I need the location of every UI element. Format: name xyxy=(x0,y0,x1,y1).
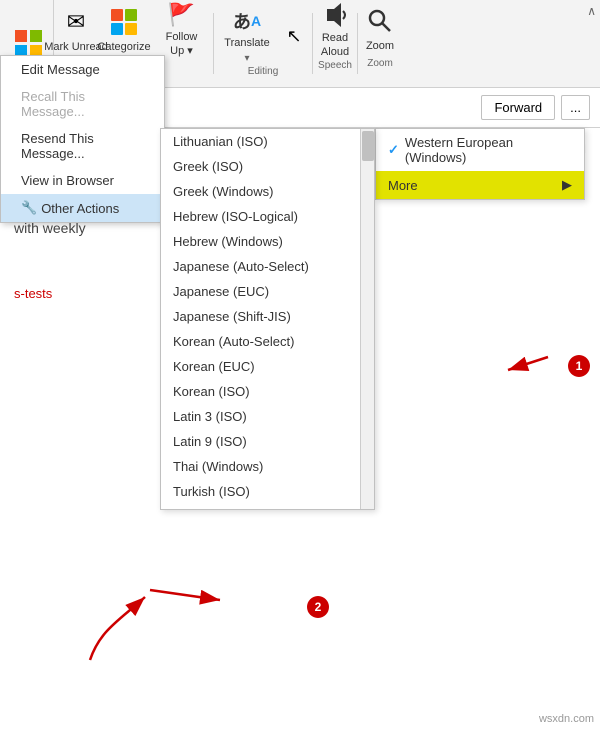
translate-label: Translate xyxy=(224,37,269,50)
follow-up-label: FollowUp ▾ xyxy=(166,31,198,57)
lang-item[interactable]: Korean (EUC) xyxy=(161,354,374,379)
other-actions-icon: 🔧 xyxy=(21,200,37,216)
annotation-circle-2: 2 xyxy=(307,596,329,618)
watermark: wsxdn.com xyxy=(539,713,594,725)
menu-item-other-actions[interactable]: 🔧 Other Actions xyxy=(1,194,164,222)
ms-logo-icon xyxy=(15,30,43,58)
follow-up-button[interactable]: 🚩 FollowUp ▾ xyxy=(154,0,209,60)
lang-item[interactable]: Japanese (Auto-Select) xyxy=(161,254,374,279)
zoom-label: Zoom xyxy=(366,40,394,53)
lang-item[interactable]: Korean (ISO) xyxy=(161,379,374,404)
ribbon-collapse-icon[interactable]: ∧ xyxy=(587,4,596,18)
editing-label: Editing xyxy=(248,66,279,77)
lang-item[interactable]: Hebrew (Windows) xyxy=(161,229,374,254)
other-actions-label: Other Actions xyxy=(41,201,119,216)
lang-item[interactable]: Latin 9 (ISO) xyxy=(161,429,374,454)
speech-section: ReadAloud Speech xyxy=(317,0,353,87)
editing-icons-row: あA Translate ▾ ↖ xyxy=(218,0,308,66)
read-aloud-icon xyxy=(319,1,351,29)
mark-unread-button[interactable]: ✉ Mark Unread xyxy=(58,0,94,60)
annotation-2-label: 2 xyxy=(315,600,322,614)
follow-up-icon: 🚩 xyxy=(166,2,198,28)
more-arrow: ▶ xyxy=(562,177,572,193)
translate-icon: あA xyxy=(231,8,263,34)
language-dropdown: Lithuanian (ISO)Greek (ISO)Greek (Window… xyxy=(160,128,375,510)
speech-label: Speech xyxy=(318,60,352,71)
mark-unread-icon: ✉ xyxy=(60,6,92,38)
translate-button[interactable]: あA Translate ▾ xyxy=(218,6,276,66)
menu-item-edit-message[interactable]: Edit Message xyxy=(1,56,164,83)
lang-item[interactable]: Greek (ISO) xyxy=(161,154,374,179)
lang-item[interactable]: Korean (Auto-Select) xyxy=(161,329,374,354)
lang-item[interactable]: Greek (Windows) xyxy=(161,179,374,204)
annotation-1-label: 1 xyxy=(576,359,583,373)
lang-item[interactable]: Hebrew (ISO-Logical) xyxy=(161,204,374,229)
categorize-button[interactable]: Categorize xyxy=(94,0,154,60)
lang-item[interactable]: Japanese (EUC) xyxy=(161,279,374,304)
western-panel: ✓ Western European (Windows) More ▶ xyxy=(375,128,585,200)
menu-item-view-browser[interactable]: View in Browser xyxy=(1,167,164,194)
sep3 xyxy=(357,13,358,74)
ms-sq-green xyxy=(30,30,42,42)
sep2 xyxy=(312,13,313,74)
scrollbar-thumb[interactable] xyxy=(362,131,374,161)
forward-button[interactable]: Forward xyxy=(481,95,555,120)
lang-item[interactable]: Thai (Windows) xyxy=(161,454,374,479)
more-label: More xyxy=(388,178,418,193)
zoom-label-section: Zoom xyxy=(367,58,393,69)
more-options-button[interactable]: ... xyxy=(561,95,590,120)
lang-item[interactable]: Turkish (Windows) xyxy=(161,504,374,509)
read-aloud-button[interactable]: ReadAloud xyxy=(317,0,353,60)
zoom-button[interactable]: Zoom xyxy=(362,0,398,58)
lang-scrollbar xyxy=(360,129,374,509)
we-item-label: Western European (Windows) xyxy=(405,135,572,165)
lang-item[interactable]: Japanese (Shift-JIS) xyxy=(161,304,374,329)
lang-list[interactable]: Lithuanian (ISO)Greek (ISO)Greek (Window… xyxy=(161,129,374,509)
categorize-label: Categorize xyxy=(97,41,150,54)
zoom-section: Zoom Zoom xyxy=(362,0,398,87)
lang-item[interactable]: Turkish (ISO) xyxy=(161,479,374,504)
cursor-icon: ↖ xyxy=(278,20,310,52)
annotation-circle-1: 1 xyxy=(568,355,590,377)
we-checked-item[interactable]: ✓ Western European (Windows) xyxy=(376,129,584,171)
menu-item-resend[interactable]: Resend This Message... xyxy=(1,125,164,167)
lang-item[interactable]: Lithuanian (ISO) xyxy=(161,129,374,154)
we-checkmark: ✓ xyxy=(388,142,399,158)
ms-sq-red xyxy=(15,30,27,42)
lang-item[interactable]: Latin 3 (ISO) xyxy=(161,404,374,429)
menu-item-recall: Recall This Message... xyxy=(1,83,164,125)
translate-arrow: ▾ xyxy=(244,53,249,64)
read-aloud-label: ReadAloud xyxy=(321,32,349,58)
zoom-icon xyxy=(364,5,396,37)
sep1 xyxy=(213,13,214,74)
editing-section: あA Translate ▾ ↖ Editing xyxy=(218,0,308,87)
context-menu: Edit Message Recall This Message... Rese… xyxy=(0,55,165,223)
cursor-button[interactable]: ↖ xyxy=(280,6,308,66)
more-button[interactable]: More ▶ xyxy=(376,171,584,199)
lang-list-container: Lithuanian (ISO)Greek (ISO)Greek (Window… xyxy=(161,129,374,509)
categorize-icon xyxy=(108,6,140,38)
